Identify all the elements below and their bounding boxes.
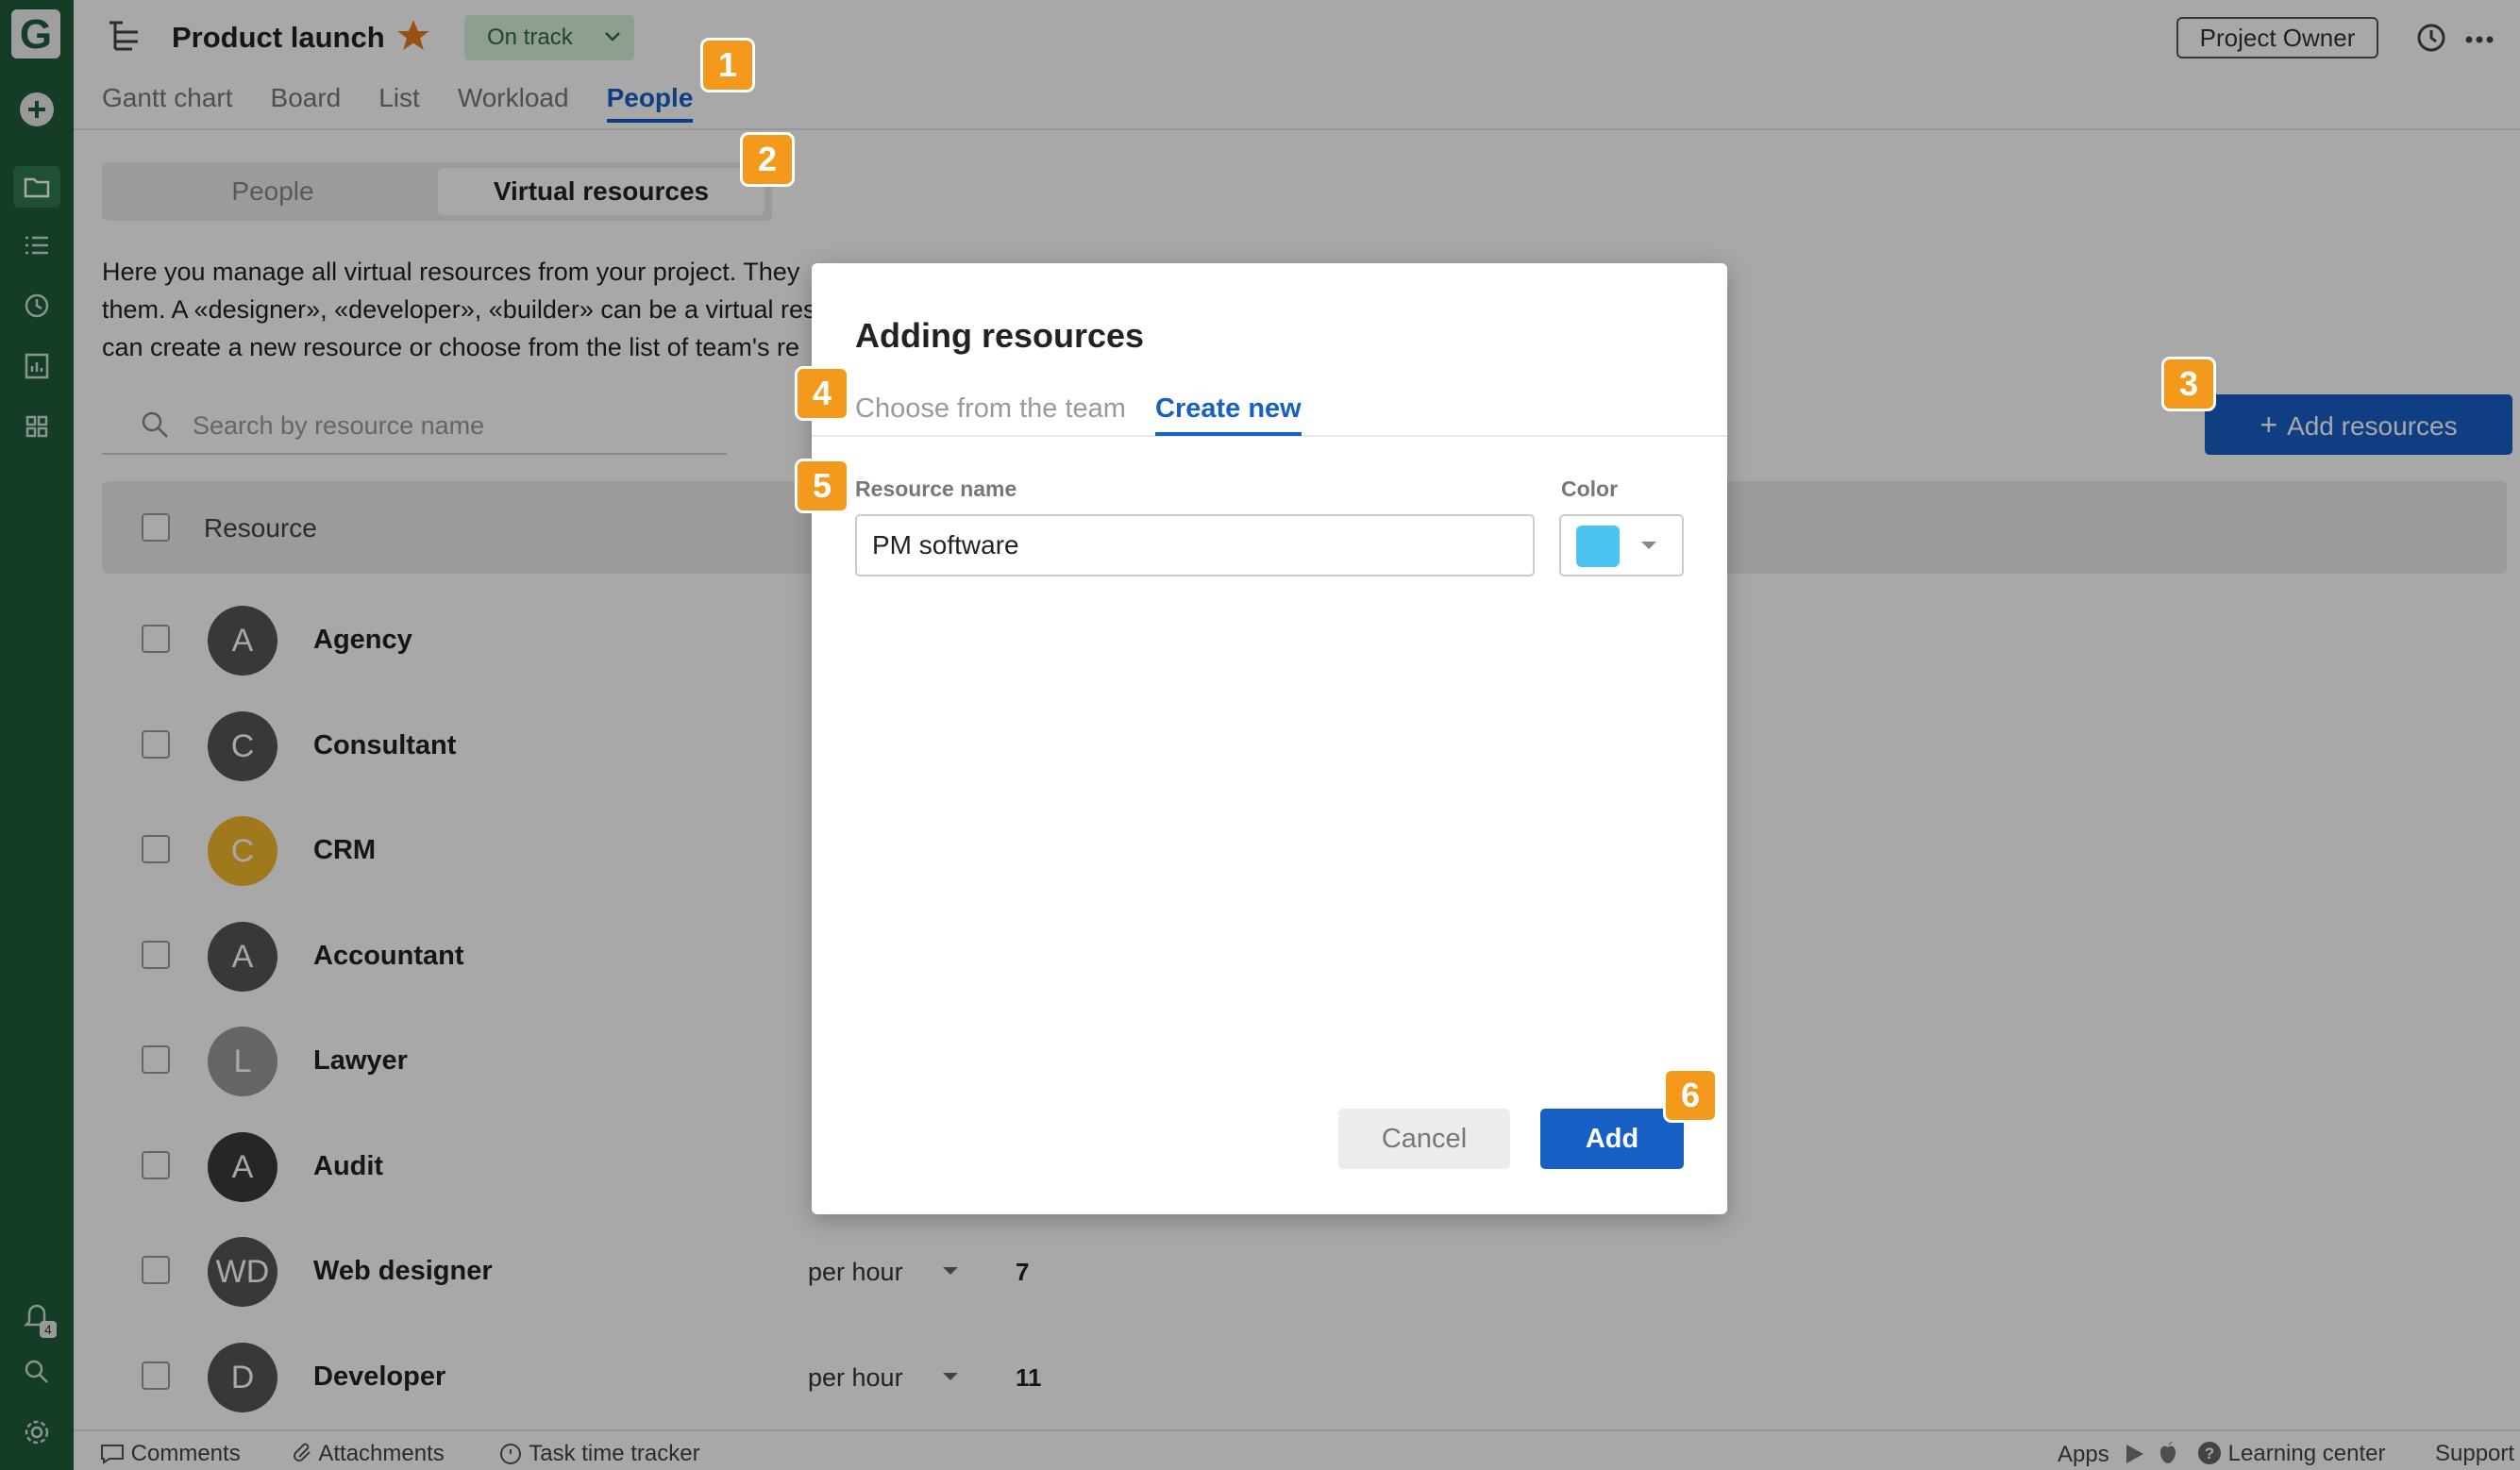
dialog-title: Adding resources xyxy=(855,316,1145,355)
color-picker[interactable] xyxy=(1559,514,1684,576)
callout-marker: 6 xyxy=(1663,1068,1718,1123)
cancel-button[interactable]: Cancel xyxy=(1338,1109,1510,1169)
add-button[interactable]: Add xyxy=(1540,1109,1684,1169)
color-swatch xyxy=(1576,526,1620,567)
adding-resources-dialog: Adding resources Choose from the team Cr… xyxy=(812,263,1727,1214)
callout-marker: 3 xyxy=(2161,357,2216,411)
callout-marker: 2 xyxy=(740,132,795,187)
color-label: Color xyxy=(1561,476,1619,501)
resource-name-label: Resource name xyxy=(855,476,1017,501)
resource-name-input[interactable]: PM software xyxy=(855,514,1535,576)
callout-marker: 4 xyxy=(795,366,849,421)
tab-choose-from-team[interactable]: Choose from the team xyxy=(855,393,1126,425)
caret-down-icon xyxy=(1641,542,1656,549)
callout-marker: 1 xyxy=(700,38,755,92)
dialog-tabs: Choose from the team Create new xyxy=(812,388,1727,437)
tab-create-new[interactable]: Create new xyxy=(1155,393,1302,436)
callout-marker: 5 xyxy=(795,459,849,513)
